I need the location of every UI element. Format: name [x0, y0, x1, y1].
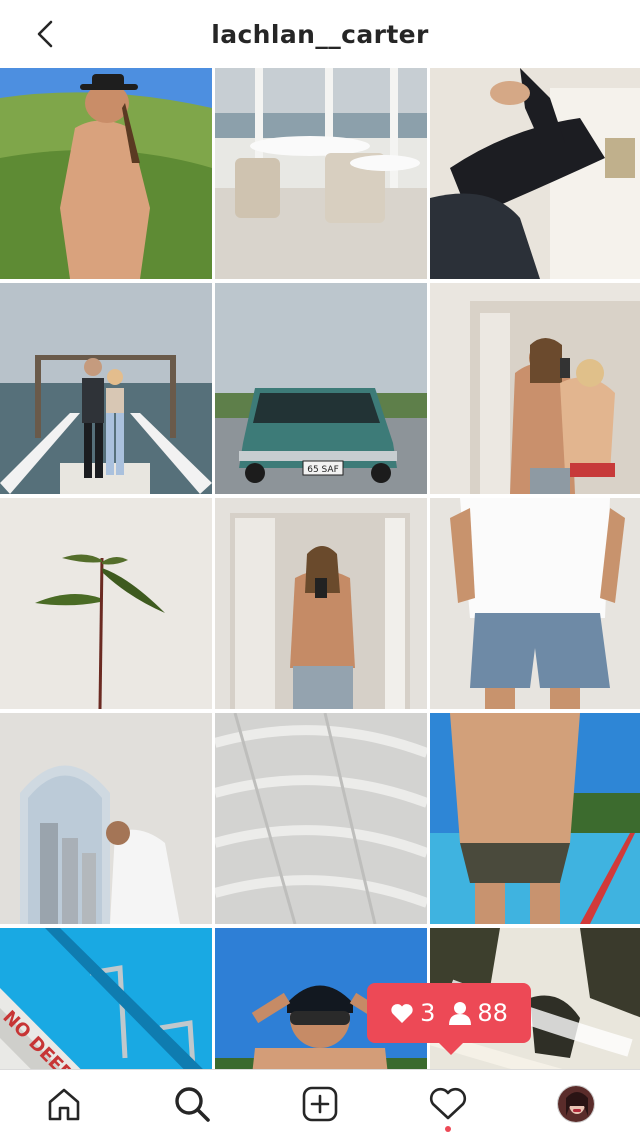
- nav-new-post[interactable]: [288, 1072, 352, 1136]
- chevron-left-icon: [37, 20, 53, 48]
- grid-photo-7[interactable]: [0, 498, 212, 709]
- grid-photo-8[interactable]: [215, 498, 427, 709]
- likes-count: 3: [420, 999, 436, 1027]
- car-plate-text: 65 SAF: [307, 465, 339, 475]
- profile-username-title: lachlan__carter: [211, 19, 429, 49]
- home-icon: [48, 1088, 80, 1121]
- heart-icon: [391, 1004, 413, 1023]
- nav-profile[interactable]: [544, 1072, 608, 1136]
- grid-photo-4[interactable]: [0, 283, 212, 494]
- grid-photo-5[interactable]: 65 SAF: [215, 283, 427, 494]
- photo-grid: 65 SAF: [0, 68, 640, 1138]
- bottom-navigation: [0, 1069, 640, 1138]
- grid-photo-6[interactable]: [430, 283, 640, 494]
- activity-heart-icon: [429, 1087, 467, 1120]
- activity-dot: [445, 1126, 451, 1132]
- top-bar: lachlan__carter: [0, 0, 640, 68]
- followers-count-group: 88: [449, 999, 508, 1027]
- grid-photo-11[interactable]: [215, 713, 427, 924]
- likes-count-group: 3: [390, 999, 435, 1027]
- grid-photo-1[interactable]: [0, 68, 212, 279]
- profile-avatar: [557, 1085, 595, 1123]
- grid-photo-3[interactable]: [430, 68, 640, 279]
- search-icon: [175, 1087, 210, 1122]
- back-button[interactable]: [30, 18, 60, 50]
- grid-photo-2[interactable]: [215, 68, 427, 279]
- nav-search[interactable]: [160, 1072, 224, 1136]
- followers-count: 88: [477, 999, 508, 1027]
- person-icon: [449, 1002, 472, 1025]
- nav-activity[interactable]: [416, 1072, 480, 1136]
- add-post-icon: [302, 1086, 338, 1122]
- grid-photo-9[interactable]: [430, 498, 640, 709]
- grid-photo-12[interactable]: [430, 713, 640, 924]
- nav-home[interactable]: [32, 1072, 96, 1136]
- grid-photo-10[interactable]: [0, 713, 212, 924]
- activity-notification-badge[interactable]: 3 88: [367, 983, 531, 1055]
